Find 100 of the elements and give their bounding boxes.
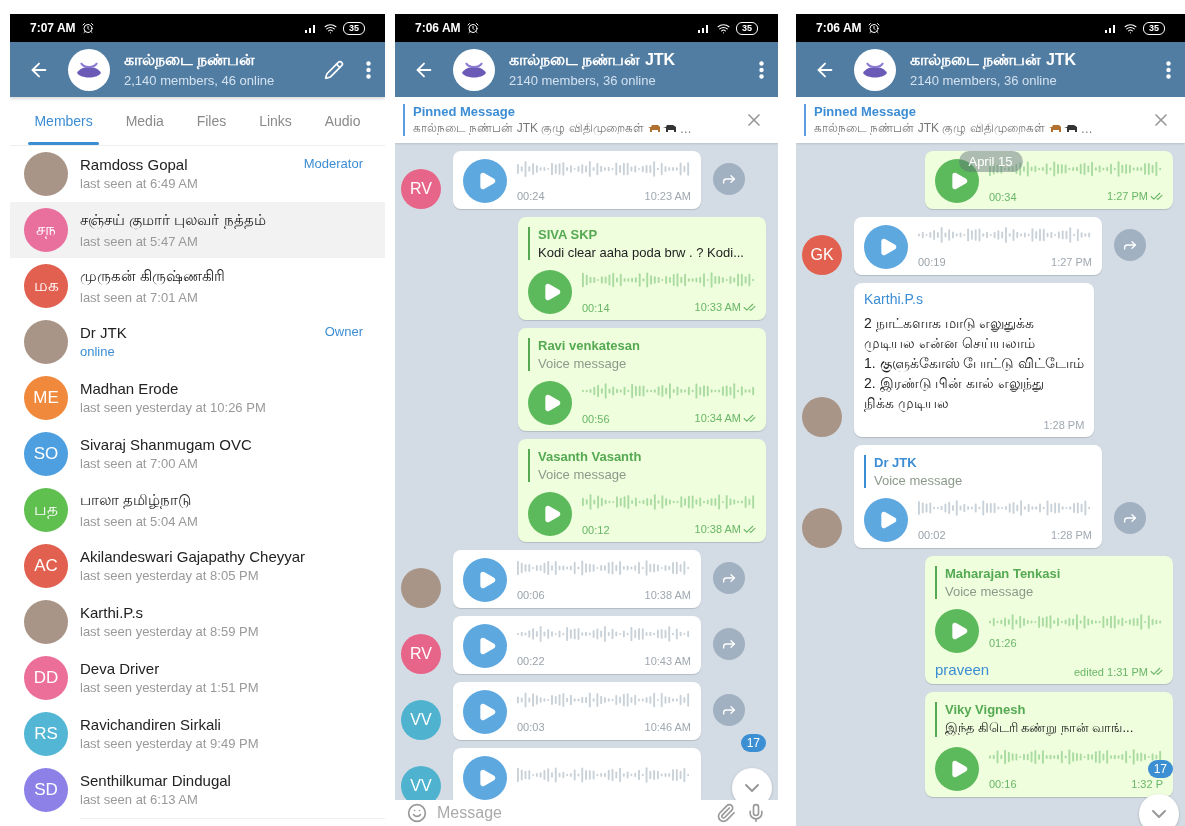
avatar: SD [24, 768, 68, 812]
tab[interactable]: Members [28, 97, 99, 145]
status-time: 7:06 AM [816, 21, 862, 35]
forward-button[interactable] [1114, 229, 1146, 261]
member-name: Madhan Erode [80, 380, 180, 397]
play-button[interactable] [528, 492, 572, 536]
alarm-icon [81, 22, 94, 34]
voice-duration: 00:03 [517, 721, 545, 733]
group-logo [854, 48, 896, 91]
message-time: 10:38 AM [694, 522, 756, 536]
avatar: SO [24, 432, 68, 476]
signal-icon [304, 22, 318, 34]
tab[interactable]: Links [253, 97, 298, 145]
last-seen: last seen at 6:49 AM [80, 176, 199, 191]
play-button[interactable] [935, 609, 979, 653]
pinned-ellipsis: … [1080, 121, 1093, 136]
member-role: Moderator [303, 155, 363, 171]
last-seen: online [80, 344, 116, 359]
read-ticks-icon [1150, 665, 1163, 678]
member-role: Owner [324, 323, 363, 339]
forward-button[interactable] [1114, 502, 1146, 534]
photo-placeholder [401, 568, 441, 608]
voice-duration: 00:22 [517, 655, 545, 667]
photo-placeholder [24, 320, 68, 364]
play-button[interactable] [935, 747, 979, 791]
quoted-text: Kodi clear aaha poda brw . ? Kodi... [538, 245, 745, 260]
pinned-title: Pinned Message [814, 104, 917, 119]
emoji-icon[interactable] [407, 803, 427, 823]
forward-button[interactable] [713, 163, 745, 195]
voice-duration: 00:34 [989, 190, 1017, 203]
pinned-text: கால்நடை நண்பன் JTK குழு விதிமுறைகள் [814, 121, 1045, 136]
play-button[interactable] [463, 558, 507, 602]
wifi-icon [1124, 21, 1137, 35]
avatar: DD [24, 656, 68, 700]
attach-icon[interactable] [716, 803, 736, 823]
quoted-sender: Vasanth Vasanth [538, 449, 643, 464]
avatar: மக [24, 264, 68, 308]
voice-duration: 00:14 [582, 301, 610, 314]
member-name: Deva Driver [80, 660, 161, 677]
cattle-icon [646, 122, 677, 135]
last-seen: last seen at 5:04 AM [80, 513, 199, 529]
avatar: RS [24, 712, 68, 756]
play-button[interactable] [463, 690, 507, 734]
message-time: edited 1:31 PM [1074, 665, 1163, 678]
forward-button[interactable] [713, 694, 745, 726]
wifi-icon [717, 21, 730, 35]
message-time: 1:28 PM [1051, 529, 1092, 541]
group-logo [68, 48, 110, 91]
message-text: 2 நாட்களாக மாடு எலுதுக்க முடியல என்ன செய்யலாம் 1. குளுக்கோஸ் போட்டு விட்டோம் 2. இரண்டு பின் கால் எலுந்து நிக்க முடியல [864, 314, 1085, 413]
forward-button[interactable] [713, 562, 745, 594]
quoted-sender: Maharajan Tenkasi [945, 566, 1062, 581]
message-time: 10:34 AM [694, 411, 756, 425]
quoted-text: Voice message [538, 467, 628, 482]
mic-icon[interactable] [746, 803, 766, 823]
unread-badge: 17 [740, 734, 766, 752]
last-seen: last seen at 5:47 AM [80, 233, 199, 249]
play-button[interactable] [528, 270, 572, 314]
pinned-text: கால்நடை நண்பன் JTK குழு விதிமுறைகள் [413, 121, 644, 136]
avatar: VV [401, 700, 441, 740]
more-vertical-icon [1166, 60, 1171, 79]
quoted-text: இந்த கிடெரி கண்று நான் வாங்... [945, 720, 1135, 737]
play-button[interactable] [463, 624, 507, 668]
quoted-sender: SIVA SKP [538, 227, 599, 242]
quoted-text: Voice message [945, 584, 1035, 599]
group-title: கால்நடை நண்பன் [124, 51, 257, 71]
member-count: 2140 members, 36 online [910, 73, 1058, 88]
tab[interactable]: Media [119, 97, 170, 145]
member-name: Senthilkumar Dindugal [80, 772, 232, 789]
member-name: Sivaraj Shanmugam OVC [80, 436, 253, 453]
member-name: முருகன் கிருஷ்ணகிரி [80, 266, 227, 287]
message-time: 1:27 PM [1107, 189, 1163, 203]
member-count: 2140 members, 36 online [509, 73, 657, 88]
play-button[interactable] [463, 756, 507, 800]
last-seen: last seen yesterday at 8:05 PM [80, 568, 260, 583]
status-time: 7:07 AM [30, 21, 76, 35]
last-seen: last seen yesterday at 10:26 PM [80, 400, 267, 415]
avatar: AC [24, 544, 68, 588]
message-time: 1:28 PM [1043, 419, 1085, 431]
play-button[interactable] [528, 381, 572, 425]
message-input[interactable]: Message [437, 804, 706, 822]
play-button[interactable] [864, 225, 908, 269]
voice-duration: 01:26 [989, 637, 1017, 649]
voice-duration: 00:56 [582, 412, 610, 425]
member-name: பாலா தமிழ்நாடு [80, 490, 193, 511]
quoted-text: Voice message [874, 473, 964, 488]
play-button[interactable] [864, 498, 908, 542]
wifi-icon [324, 21, 337, 35]
forward-button[interactable] [713, 628, 745, 660]
battery-level: 35 [343, 21, 365, 35]
avatar: RV [401, 169, 441, 209]
scroll-down-button[interactable] [732, 768, 772, 800]
member-name: Akilandeswari Gajapathy Cheyyar [80, 548, 307, 565]
photo-placeholder [802, 508, 842, 548]
member-list-item[interactable]: சந சஞ்சய் குமார் புலவர் நத்தம் last seen at 5:47 AM [10, 202, 385, 258]
scroll-down-button[interactable] [1139, 794, 1179, 826]
more-vertical-icon [759, 60, 764, 79]
play-button[interactable] [463, 159, 507, 203]
last-seen: last seen yesterday at 1:51 PM [80, 680, 260, 695]
tab[interactable]: Audio [318, 97, 367, 145]
signal-icon [1104, 22, 1118, 34]
